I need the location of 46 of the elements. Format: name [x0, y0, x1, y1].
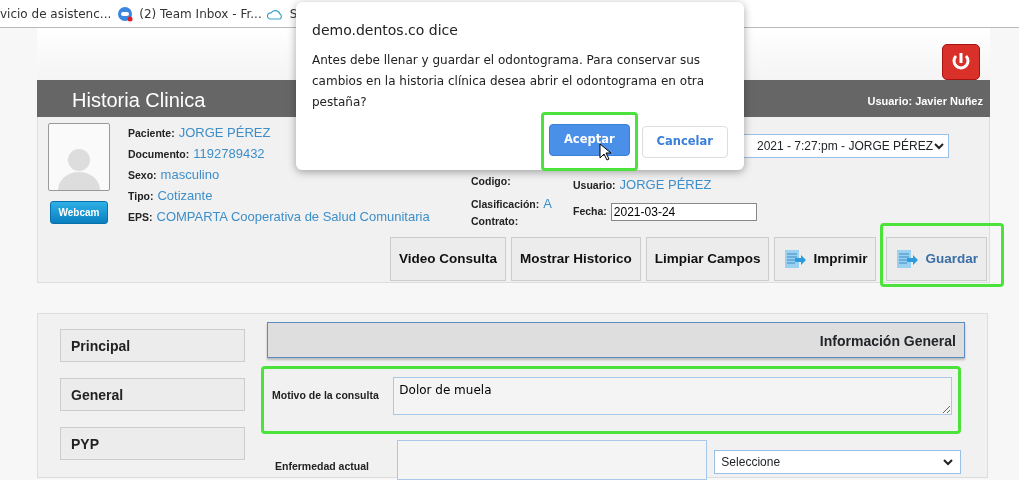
- text-area[interactable]: Dolor de muela: [393, 377, 952, 415]
- bookmark-link[interactable]: (2) Team Inbox - Fr...: [139, 4, 262, 23]
- chevron-down-icon: [942, 457, 954, 467]
- action-button[interactable]: Imprimir: [774, 237, 877, 281]
- field-label: Clasificación:: [471, 197, 540, 212]
- bookmark-link[interactable]: vicio de asistenc...: [0, 4, 112, 23]
- power-button[interactable]: [942, 44, 980, 80]
- dialog-button[interactable]: Cancelar: [641, 125, 728, 158]
- action-button[interactable]: Limpiar Campos: [645, 237, 770, 281]
- sidebar-item[interactable]: PYP: [60, 427, 245, 460]
- chat-icon: [117, 5, 134, 22]
- field-label: Tipo:: [128, 189, 154, 204]
- field-label: EPS:: [128, 210, 153, 225]
- field-label: Paciente:: [128, 126, 175, 141]
- action-button[interactable]: Video Consulta: [389, 237, 506, 281]
- field-label: Documento:: [128, 147, 190, 162]
- field-value: A: [543, 195, 552, 213]
- field-label: Codigo:: [471, 174, 511, 189]
- field-label: Fecha:: [573, 203, 607, 219]
- document-arrow-icon: [895, 248, 920, 270]
- text-field[interactable]: [396, 440, 708, 480]
- field-value: COMPARTA Cooperativa de Salud Comunitaria: [156, 208, 430, 226]
- field-label: Usuario:: [573, 178, 616, 193]
- action-button[interactable]: Mostrar Historico: [510, 237, 641, 281]
- chevron-down-icon: [933, 141, 946, 151]
- field-label: Sexo:: [128, 168, 157, 183]
- field-value: JORGE PÉREZ: [178, 124, 271, 142]
- avatar-icon: [48, 123, 110, 191]
- user-label: Usuario: Javier Nuñez: [867, 93, 984, 109]
- field-label: Contrato:: [471, 214, 519, 229]
- field-label: Motivo de la consulta: [272, 388, 380, 404]
- sidebar-item[interactable]: General: [60, 378, 245, 411]
- field-value: Cotizante: [157, 187, 213, 205]
- field-label: Enfermedad actual: [275, 459, 370, 475]
- document-arrow-icon: [783, 248, 808, 270]
- section-header: Información General: [267, 322, 965, 358]
- bookmark-link[interactable]: S: [289, 4, 298, 23]
- date-field[interactable]: 2021-03-24: [610, 202, 757, 221]
- sidebar-item[interactable]: Principal: [60, 329, 245, 362]
- dialog-title: demo.dentos.co dice: [312, 21, 459, 40]
- dropdown-select[interactable]: Seleccione: [714, 450, 961, 474]
- field-value: masculino: [160, 166, 220, 184]
- field-value: 1192789432: [193, 145, 265, 163]
- field-value: JORGE PÉREZ: [619, 176, 712, 194]
- dialog-message: Antes debe llenar y guardar el odontograma. Para conservar sus cambios en la historia clínica desea abrir el odontograma en otra pestaña?: [312, 52, 706, 111]
- action-button[interactable]: Guardar: [886, 237, 987, 281]
